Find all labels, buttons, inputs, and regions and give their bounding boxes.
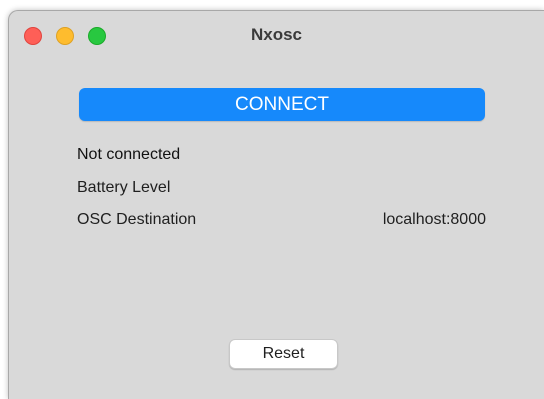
osc-destination-value: localhost:8000 <box>382 211 486 228</box>
reset-button[interactable]: Reset <box>229 339 338 369</box>
connect-button[interactable]: CONNECT <box>79 88 485 121</box>
window-title: Nxosc <box>250 25 303 44</box>
app-window: Nxosc CONNECT Not connected Battery Leve… <box>8 10 544 399</box>
battery-level-label: Battery Level <box>77 179 171 196</box>
connection-status: Not connected <box>77 146 181 163</box>
osc-destination-label: OSC Destination <box>77 211 197 228</box>
title-bar: Nxosc <box>9 11 544 61</box>
